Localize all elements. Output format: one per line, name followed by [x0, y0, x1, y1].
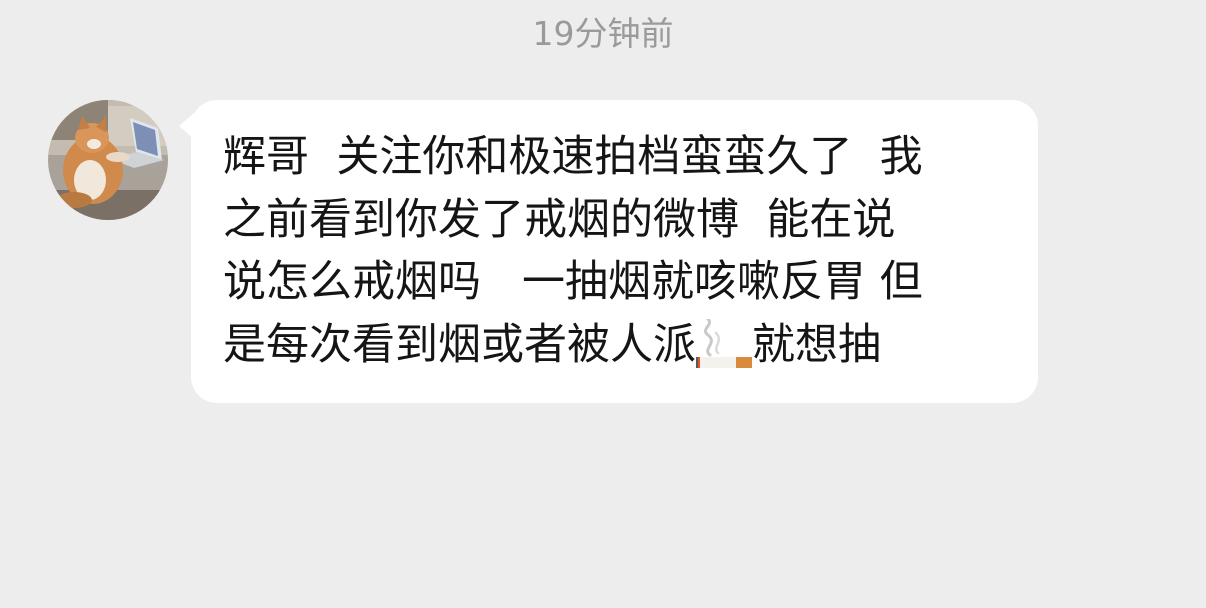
message-timestamp: 19分钟前: [532, 14, 674, 53]
sender-avatar[interactable]: [48, 100, 168, 220]
message-line-4: 是每次看到烟或者被人派 就想抽: [223, 314, 1008, 377]
message-line-4-text-start: 是每次看到烟或者被人派: [223, 319, 696, 370]
message-line-2: 之前看到你发了戒烟的微博 能在说: [223, 194, 896, 245]
message-line-1: 辉哥 关注你和极速拍档蛮蛮久了 我: [223, 132, 923, 182]
message-bubble[interactable]: 辉哥 关注你和极速拍档蛮蛮久了 我 之前看到你发了戒烟的微博 能在说 说怎么戒烟…: [191, 100, 1038, 403]
message-line-4-text-end: 就想抽: [752, 319, 881, 370]
message-line-3: 说怎么戒烟吗 一抽烟就咳嗽反胃 但: [223, 257, 923, 307]
cat-at-laptop-avatar-image: [48, 100, 168, 220]
cigarette-icon: [696, 318, 752, 371]
